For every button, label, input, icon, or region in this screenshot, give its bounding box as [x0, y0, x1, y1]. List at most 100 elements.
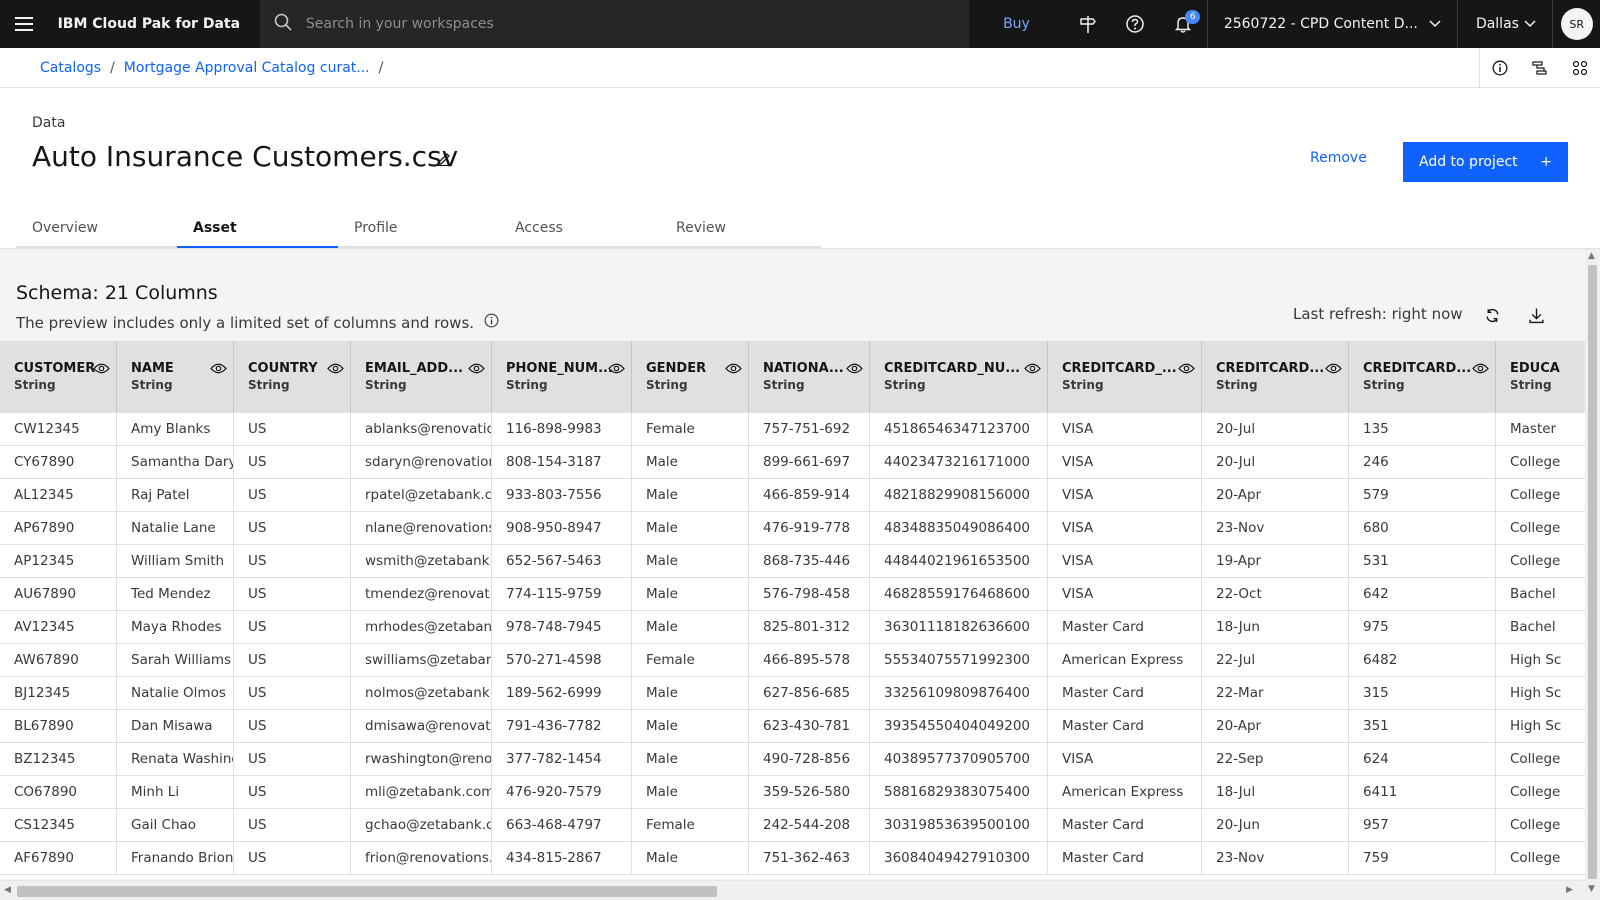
column-header[interactable]: CUSTOMER String — [0, 341, 117, 413]
table-cell: 58816829383075400 — [870, 776, 1048, 808]
table-row: AW67890Sarah WilliamsUSswilliams@zetaban… — [0, 644, 1585, 677]
column-header[interactable]: CREDITCARD... String — [1349, 341, 1496, 413]
column-header[interactable]: CREDITCARD_NU... String — [870, 341, 1048, 413]
scroll-down-icon[interactable]: ▼ — [1588, 884, 1595, 894]
scrollbar-thumb[interactable] — [1588, 265, 1597, 879]
product-name[interactable]: IBM Cloud Pak for Data — [48, 16, 260, 32]
related-items-icon[interactable] — [1560, 48, 1600, 88]
scrollbar-thumb[interactable] — [17, 886, 717, 897]
table-cell: nolmos@zetabank.co — [351, 677, 492, 709]
table-cell: mrhodes@zetabank. — [351, 611, 492, 643]
tab-review[interactable]: Review — [660, 212, 821, 248]
column-type: String — [506, 378, 548, 392]
tab-overview[interactable]: Overview — [16, 212, 177, 248]
search-input[interactable]: Search in your workspaces — [306, 16, 494, 32]
table-cell: Master Card — [1048, 611, 1202, 643]
search-bar[interactable]: Search in your workspaces — [259, 0, 969, 48]
table-cell: Amy Blanks — [117, 413, 234, 445]
eye-icon[interactable] — [1472, 359, 1489, 378]
table-cell: 623-430-781 — [749, 710, 870, 742]
table-cell: 246 — [1349, 446, 1496, 478]
table-cell: 116-898-9983 — [492, 413, 632, 445]
vertical-scrollbar[interactable]: ▲ ▼ — [1585, 249, 1600, 900]
table-cell: 908-950-8947 — [492, 512, 632, 544]
bell-icon[interactable]: 6 — [1159, 0, 1207, 48]
last-refresh-text: Last refresh: right now — [1293, 305, 1463, 323]
account-switcher[interactable]: 2560722 - CPD Content D... — [1206, 0, 1457, 48]
column-type: String — [646, 378, 688, 392]
refresh-icon[interactable] — [1484, 307, 1501, 328]
info-icon[interactable] — [484, 313, 499, 332]
hamburger-icon[interactable] — [0, 0, 48, 48]
pencil-icon[interactable] — [436, 150, 454, 168]
table-cell: 466-859-914 — [749, 479, 870, 511]
region-name: Dallas — [1475, 16, 1519, 32]
column-header[interactable]: CREDITCARD_... String — [1048, 341, 1202, 413]
column-header[interactable]: EMAIL_ADD... String — [351, 341, 492, 413]
eye-icon[interactable] — [327, 359, 344, 378]
remove-button[interactable]: Remove — [1310, 150, 1367, 166]
buy-link[interactable]: Buy — [969, 16, 1064, 32]
table-cell: Female — [632, 644, 749, 676]
table-cell: VISA — [1048, 743, 1202, 775]
eye-icon[interactable] — [1325, 359, 1342, 378]
eye-icon[interactable] — [210, 359, 227, 378]
data-preview-table[interactable]: CUSTOMER String NAME String COUNTRY String EMA… — [0, 341, 1585, 879]
table-cell: High Sc — [1496, 644, 1585, 676]
help-icon[interactable] — [1112, 0, 1160, 48]
scroll-right-icon[interactable]: ▶ — [1566, 885, 1573, 895]
column-type: String — [365, 378, 407, 392]
lineage-icon[interactable] — [1520, 48, 1560, 88]
eye-icon[interactable] — [608, 359, 625, 378]
table-cell: 55534075571992300 — [870, 644, 1048, 676]
column-header[interactable]: CREDITCARD... String — [1202, 341, 1349, 413]
table-row: AP67890Natalie LaneUSnlane@renovations.c… — [0, 512, 1585, 545]
table-cell: 791-436-7782 — [492, 710, 632, 742]
tab-access[interactable]: Access — [499, 212, 660, 248]
breadcrumb-catalogs[interactable]: Catalogs — [40, 60, 101, 76]
horizontal-scrollbar[interactable]: ◀ ▶ — [0, 880, 1585, 900]
eye-icon[interactable] — [725, 359, 742, 378]
table-cell: VISA — [1048, 545, 1202, 577]
table-cell: rwashington@renova — [351, 743, 492, 775]
column-name: CREDITCARD_... — [1062, 361, 1177, 376]
eye-icon[interactable] — [1024, 359, 1041, 378]
tab-asset[interactable]: Asset — [177, 212, 338, 248]
column-header[interactable]: NAME String — [117, 341, 234, 413]
user-menu[interactable]: SR — [1552, 0, 1600, 48]
table-row: BJ12345Natalie OlmosUSnolmos@zetabank.co… — [0, 677, 1585, 710]
table-cell: BJ12345 — [0, 677, 117, 709]
region-switcher[interactable]: Dallas — [1456, 0, 1552, 48]
add-to-project-button[interactable]: Add to project + — [1403, 142, 1568, 182]
eye-icon[interactable] — [468, 359, 485, 378]
tab-profile[interactable]: Profile — [338, 212, 499, 248]
asset-toolbar — [1479, 47, 1600, 88]
column-header[interactable]: NATIONA... String — [749, 341, 870, 413]
table-cell: 759 — [1349, 842, 1496, 874]
breadcrumb-catalog[interactable]: Mortgage Approval Catalog curat... — [124, 60, 370, 76]
column-name: EMAIL_ADD... — [365, 361, 463, 376]
column-header[interactable]: GENDER String — [632, 341, 749, 413]
scroll-left-icon[interactable]: ◀ — [4, 885, 11, 895]
eye-icon[interactable] — [93, 359, 110, 378]
table-cell: 624 — [1349, 743, 1496, 775]
column-name: EDUCA — [1510, 361, 1560, 376]
signpost-icon[interactable] — [1064, 0, 1112, 48]
info-icon[interactable] — [1480, 48, 1520, 88]
table-cell: Master Card — [1048, 677, 1202, 709]
table-cell: Renata Washingt — [117, 743, 234, 775]
eye-icon[interactable] — [846, 359, 863, 378]
download-icon[interactable] — [1528, 307, 1545, 328]
column-header[interactable]: EDUCA String — [1496, 341, 1585, 413]
table-cell: 48218829908156000 — [870, 479, 1048, 511]
table-cell: frion@renovations.c — [351, 842, 492, 874]
eye-icon[interactable] — [1178, 359, 1195, 378]
table-cell: 899-661-697 — [749, 446, 870, 478]
add-to-project-label: Add to project — [1419, 154, 1518, 170]
table-cell: Male — [632, 545, 749, 577]
chevron-down-icon — [1524, 16, 1536, 32]
column-header[interactable]: COUNTRY String — [234, 341, 351, 413]
scroll-up-icon[interactable]: ▲ — [1588, 251, 1595, 261]
column-header[interactable]: PHONE_NUM... String — [492, 341, 632, 413]
column-type: String — [1510, 378, 1552, 392]
